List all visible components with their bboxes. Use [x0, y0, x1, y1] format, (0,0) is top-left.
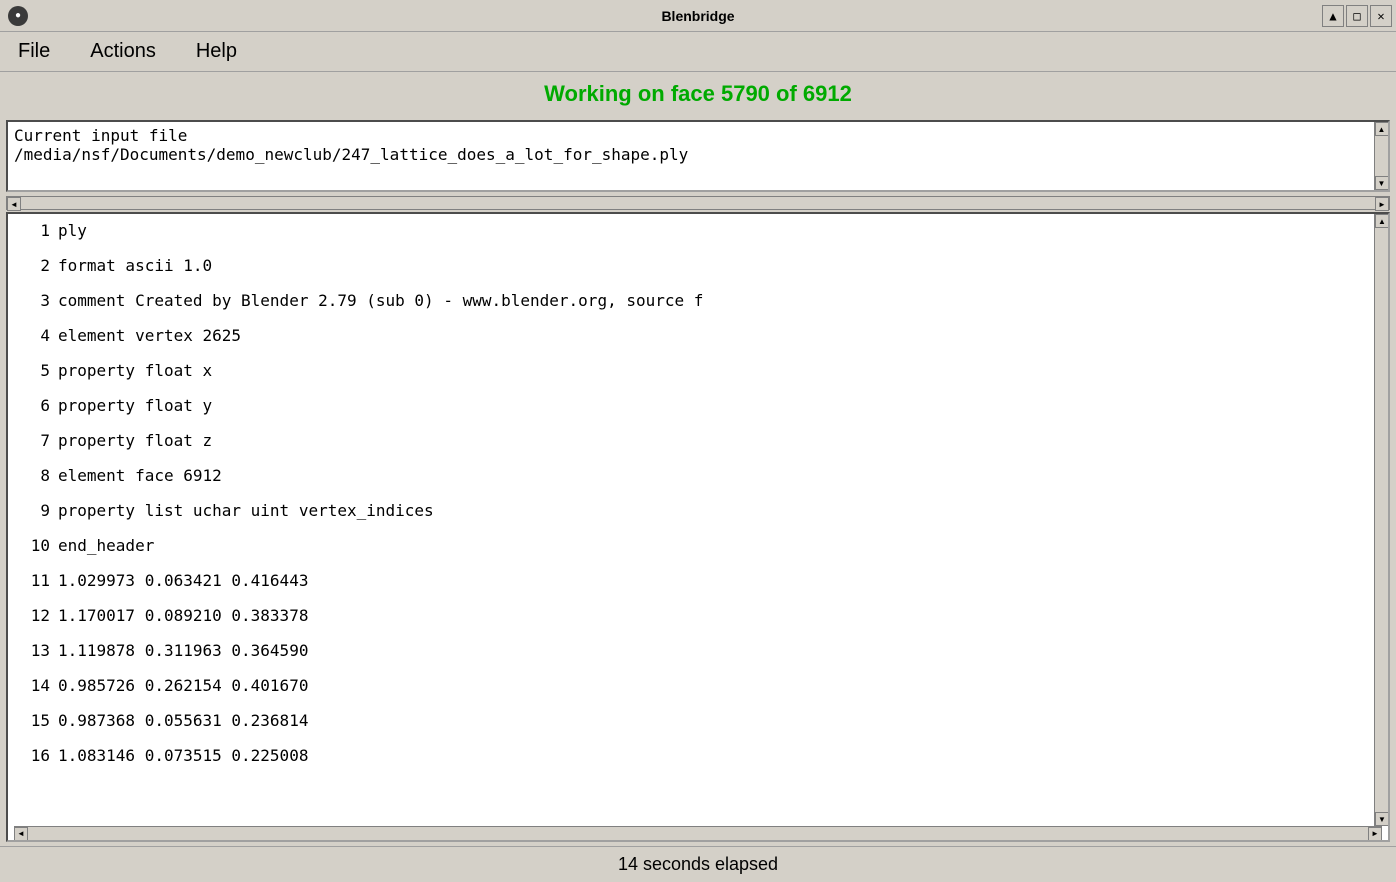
- table-row: 3comment Created by Blender 2.79 (sub 0)…: [8, 284, 1374, 319]
- input-file-area: Current input file /media/nsf/Documents/…: [6, 120, 1390, 192]
- maximize-button[interactable]: □: [1346, 5, 1368, 27]
- line-content: 1.119878 0.311963 0.364590: [58, 639, 1374, 664]
- line-number: 4: [8, 324, 58, 349]
- bottom-status-bar: 14 seconds elapsed: [0, 846, 1396, 882]
- line-content: 1.083146 0.073515 0.225008: [58, 744, 1374, 769]
- hscroll-right-btn[interactable]: ►: [1375, 197, 1389, 211]
- table-row: 4element vertex 2625: [8, 319, 1374, 354]
- main-content: 1ply2format ascii 1.03comment Created by…: [6, 212, 1390, 842]
- line-content: 1.170017 0.089210 0.383378: [58, 604, 1374, 629]
- elapsed-text: 14 seconds elapsed: [618, 854, 778, 875]
- line-number: 7: [8, 429, 58, 454]
- table-row: 9property list uchar uint vertex_indices: [8, 494, 1374, 529]
- table-row: 121.170017 0.089210 0.383378: [8, 599, 1374, 634]
- main-scroll-down-btn[interactable]: ▼: [1375, 812, 1388, 826]
- line-content: property float x: [58, 359, 1374, 384]
- table-row: 131.119878 0.311963 0.364590: [8, 634, 1374, 669]
- line-content: comment Created by Blender 2.79 (sub 0) …: [58, 289, 1374, 314]
- hscroll-left-btn[interactable]: ◄: [7, 197, 21, 211]
- close-button[interactable]: ✕: [1370, 5, 1392, 27]
- app-icon: ●: [8, 6, 28, 26]
- content-wrapper: 1ply2format ascii 1.03comment Created by…: [8, 214, 1388, 826]
- line-number: 16: [8, 744, 58, 769]
- line-number: 8: [8, 464, 58, 489]
- line-number: 9: [8, 499, 58, 524]
- table-row: 111.029973 0.063421 0.416443: [8, 564, 1374, 599]
- line-content: ply: [58, 219, 1374, 244]
- line-content: 1.029973 0.063421 0.416443: [58, 569, 1374, 594]
- line-number: 2: [8, 254, 58, 279]
- line-number: 5: [8, 359, 58, 384]
- line-content: element vertex 2625: [58, 324, 1374, 349]
- line-content: end_header: [58, 534, 1374, 559]
- scroll-up-btn[interactable]: ▲: [1375, 122, 1389, 136]
- menu-help[interactable]: Help: [186, 36, 247, 67]
- main-hscroll-track: [28, 827, 1368, 841]
- status-bar: Working on face 5790 of 6912: [0, 72, 1396, 116]
- line-number: 13: [8, 639, 58, 664]
- hscroll-track: [21, 197, 1375, 209]
- minimize-button[interactable]: ▲: [1322, 5, 1344, 27]
- app-icon-symbol: ●: [15, 10, 21, 21]
- main-scroll-track: [1375, 228, 1388, 812]
- window-title: Blenbridge: [661, 8, 734, 24]
- line-number: 14: [8, 674, 58, 699]
- table-row: 6property float y: [8, 389, 1374, 424]
- main-hscroll-right-btn[interactable]: ►: [1368, 827, 1382, 841]
- input-hscrollbar[interactable]: ◄ ►: [6, 196, 1390, 210]
- line-number: 1: [8, 219, 58, 244]
- table-row: 140.985726 0.262154 0.401670: [8, 669, 1374, 704]
- line-content: property float z: [58, 429, 1374, 454]
- line-content: 0.987368 0.055631 0.236814: [58, 709, 1374, 734]
- menu-bar: File Actions Help: [0, 32, 1396, 72]
- line-content: 0.985726 0.262154 0.401670: [58, 674, 1374, 699]
- table-row: 2format ascii 1.0: [8, 249, 1374, 284]
- line-number: 10: [8, 534, 58, 559]
- main-scroll-up-btn[interactable]: ▲: [1375, 214, 1388, 228]
- working-status: Working on face 5790 of 6912: [544, 81, 852, 107]
- input-file-text: Current input file /media/nsf/Documents/…: [8, 122, 1374, 190]
- line-content: element face 6912: [58, 464, 1374, 489]
- window-controls: ▲ □ ✕: [1322, 5, 1392, 27]
- title-bar: ● Blenbridge ▲ □ ✕: [0, 0, 1396, 32]
- table-row: 10end_header: [8, 529, 1374, 564]
- main-scrollbar-v[interactable]: ▲ ▼: [1374, 214, 1388, 826]
- input-scrollbar-v[interactable]: ▲ ▼: [1374, 122, 1388, 190]
- table-row: 161.083146 0.073515 0.225008: [8, 739, 1374, 774]
- scroll-down-btn[interactable]: ▼: [1375, 176, 1389, 190]
- input-file-line1: Current input file: [14, 126, 1368, 145]
- input-file-line2: /media/nsf/Documents/demo_newclub/247_la…: [14, 145, 1368, 164]
- table-row: 8element face 6912: [8, 459, 1374, 494]
- main-hscroll-left-btn[interactable]: ◄: [14, 827, 28, 841]
- table-row: 5property float x: [8, 354, 1374, 389]
- line-number: 6: [8, 394, 58, 419]
- table-row: 150.987368 0.055631 0.236814: [8, 704, 1374, 739]
- table-row: 1ply: [8, 214, 1374, 249]
- line-number: 11: [8, 569, 58, 594]
- line-number: 3: [8, 289, 58, 314]
- line-content: format ascii 1.0: [58, 254, 1374, 279]
- menu-actions[interactable]: Actions: [80, 36, 166, 67]
- main-hscrollbar[interactable]: ◄ ►: [14, 826, 1382, 840]
- line-content: property list uchar uint vertex_indices: [58, 499, 1374, 524]
- line-number: 12: [8, 604, 58, 629]
- menu-file[interactable]: File: [8, 36, 60, 67]
- table-row: 7property float z: [8, 424, 1374, 459]
- code-area: 1ply2format ascii 1.03comment Created by…: [8, 214, 1374, 826]
- line-number: 15: [8, 709, 58, 734]
- line-content: property float y: [58, 394, 1374, 419]
